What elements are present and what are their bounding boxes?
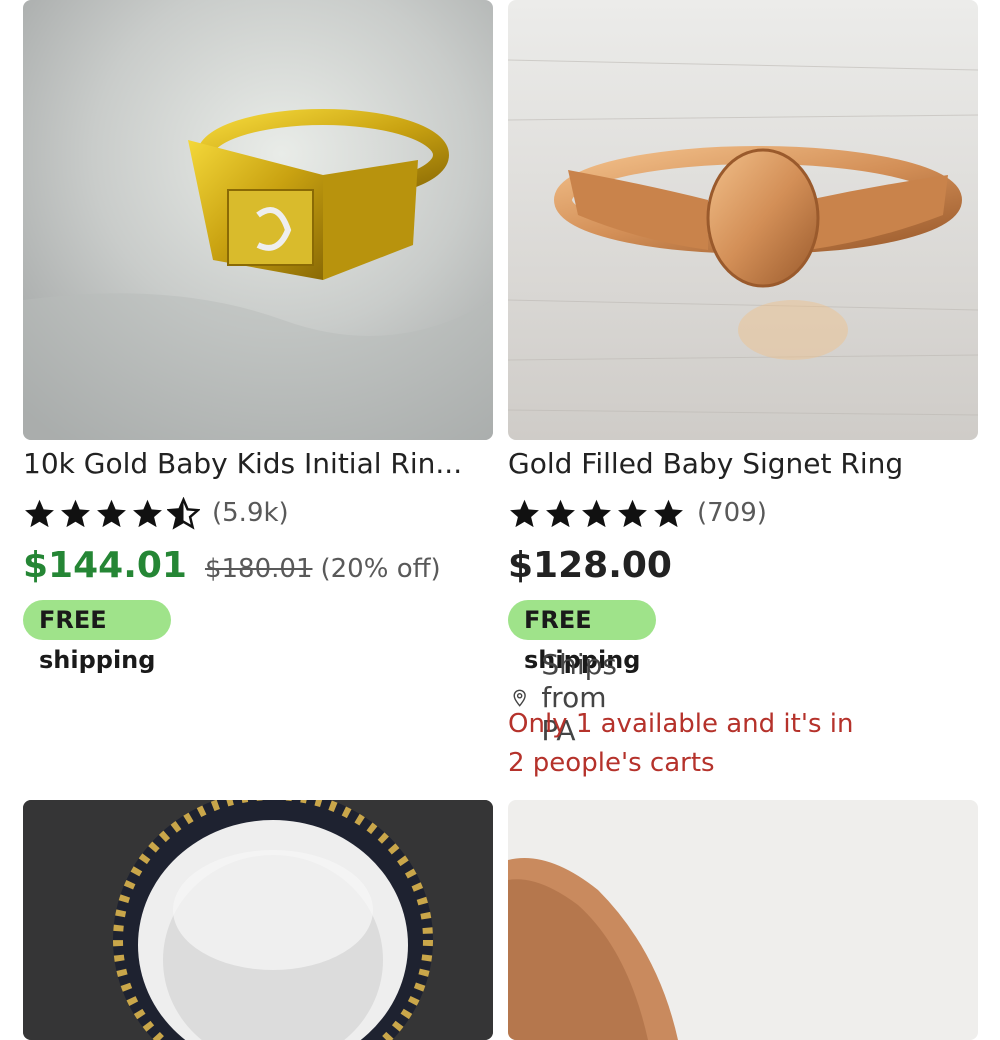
stock-warning-line: 2 people's carts: [508, 748, 715, 778]
rating-row: (709): [508, 495, 767, 531]
stock-warning: Only 1 available and it's in 2 people's …: [508, 705, 948, 783]
listing-image-3[interactable]: [23, 800, 493, 1040]
original-price: $180.01: [204, 554, 313, 584]
listing-image-4[interactable]: [508, 800, 978, 1040]
listing-title[interactable]: Gold Filled Baby Signet Ring: [508, 447, 978, 480]
star-rating: [23, 496, 200, 530]
star-icon: [133, 499, 162, 527]
listing-image-2[interactable]: [508, 0, 978, 440]
price-row: $128.00: [508, 545, 672, 586]
star-icon: [618, 499, 647, 527]
discount-label: (20% off): [320, 554, 441, 584]
star-icon: [510, 499, 539, 527]
price: $128.00: [508, 545, 672, 586]
review-count: (5.9k): [212, 498, 289, 528]
free-shipping-badge: FREE shipping: [23, 600, 172, 674]
star-icon: [61, 499, 90, 527]
free-shipping-badge: FREE shipping: [508, 600, 657, 674]
half-star-icon: [167, 496, 200, 530]
listing-title[interactable]: 10k Gold Baby Kids Initial Rin...: [23, 447, 493, 480]
listing-image-1[interactable]: [23, 0, 493, 440]
star-icon: [97, 499, 126, 527]
price-row: $144.01 $180.01 (20% off): [23, 545, 441, 586]
star-icon: [25, 499, 54, 527]
stock-warning-line: Only 1 available and it's in: [508, 709, 854, 739]
star-rating: [508, 497, 685, 530]
rating-row: (5.9k): [23, 495, 289, 531]
sale-price: $144.01: [23, 545, 187, 586]
star-icon: [546, 499, 575, 527]
star-icon: [582, 499, 611, 527]
review-count: (709): [697, 498, 767, 528]
star-icon: [654, 499, 683, 527]
